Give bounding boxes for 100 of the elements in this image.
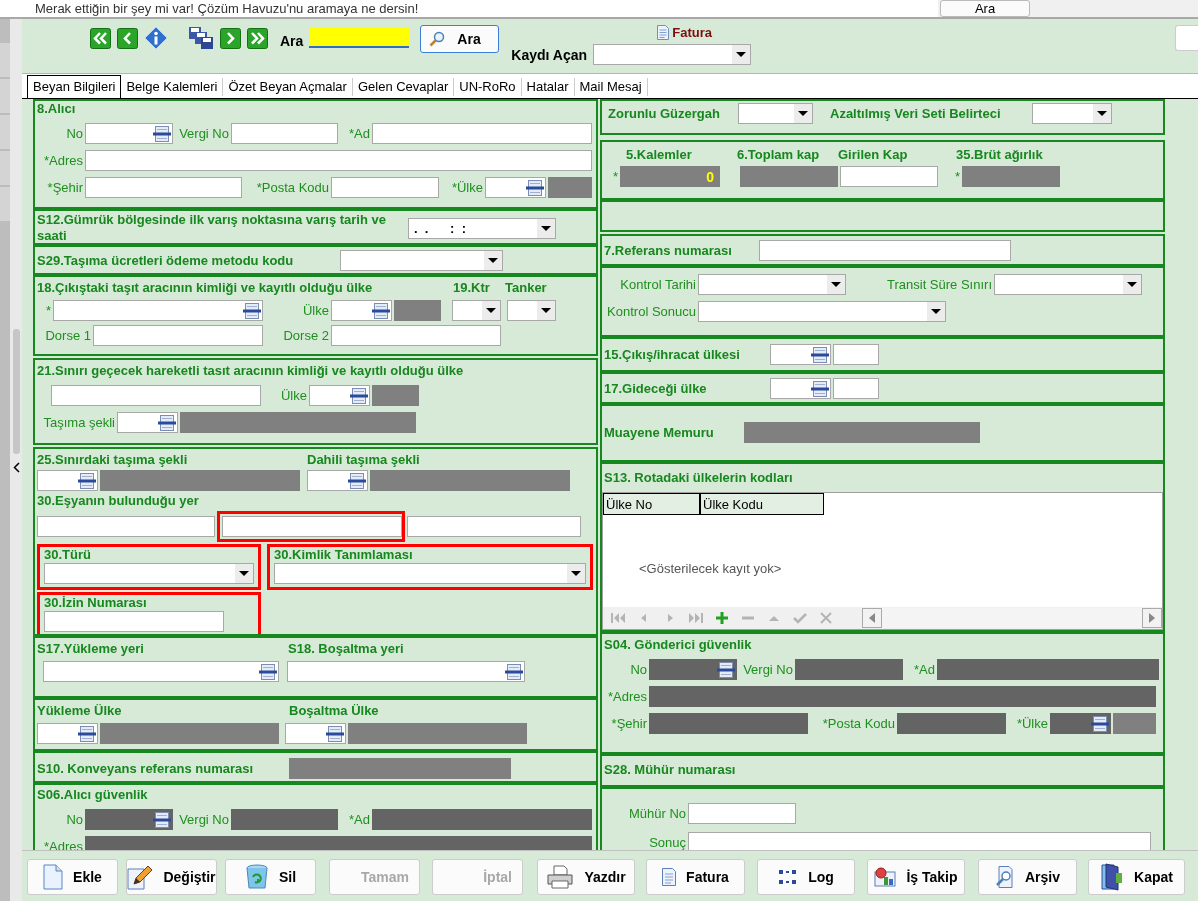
dropdown-field[interactable] (274, 563, 586, 584)
input-field[interactable] (833, 378, 879, 399)
dropdown-arrow-icon[interactable] (1127, 282, 1137, 287)
lookup-field[interactable] (37, 723, 98, 744)
invoice-link[interactable]: Fatura (657, 25, 713, 40)
action-button[interactable]: Sil (225, 859, 316, 895)
tab[interactable]: Beyan Bilgileri (27, 75, 122, 98)
input-field[interactable] (688, 832, 1151, 850)
lookup-field[interactable] (331, 300, 392, 321)
list-icon[interactable] (350, 387, 368, 404)
column-header[interactable]: Ülke No (603, 493, 700, 515)
dropdown-arrow-icon[interactable] (831, 282, 841, 287)
dropdown-arrow-icon[interactable] (931, 309, 941, 314)
scroll-left-icon[interactable] (868, 613, 876, 623)
dropdown-field[interactable] (738, 103, 813, 124)
dropdown-field[interactable]: . . : : (408, 217, 556, 239)
horizontal-scrollbar[interactable] (862, 608, 1162, 628)
list-icon[interactable] (372, 302, 390, 319)
input-field[interactable] (833, 344, 879, 365)
search-icon[interactable] (429, 31, 446, 47)
tab[interactable]: Mail Mesaj (574, 78, 648, 96)
input-field[interactable] (37, 516, 215, 537)
lookup-field[interactable] (43, 661, 279, 682)
last-record-icon[interactable] (247, 27, 268, 49)
tab[interactable]: Hatalar (521, 78, 575, 96)
list-icon[interactable] (526, 179, 544, 196)
collapse-icon[interactable] (12, 462, 20, 473)
list-icon[interactable] (259, 663, 277, 680)
input-field[interactable] (85, 150, 592, 171)
action-button[interactable]: Fatura (646, 859, 745, 895)
list-icon[interactable] (78, 472, 96, 489)
input-field[interactable] (759, 240, 1011, 261)
dropdown-arrow-icon[interactable] (736, 52, 747, 57)
dropdown-field[interactable] (994, 274, 1142, 295)
tab[interactable]: UN-RoRo (454, 78, 522, 96)
dropdown-arrow-icon[interactable] (541, 225, 551, 231)
lookup-field[interactable] (85, 123, 173, 144)
scrollbar-thumb[interactable] (12, 329, 20, 454)
grid-dots-icon[interactable] (778, 869, 799, 885)
door-icon[interactable] (1100, 863, 1125, 891)
column-header[interactable]: Ülke Kodu (700, 493, 824, 515)
input-field[interactable] (93, 325, 263, 346)
input-field[interactable] (688, 803, 796, 824)
lookup-field[interactable] (307, 470, 368, 491)
list-icon[interactable] (326, 725, 344, 742)
info-icon[interactable] (144, 26, 168, 50)
previous-icon[interactable] (117, 27, 138, 49)
dropdown-arrow-icon[interactable] (488, 258, 498, 263)
action-button[interactable]: Arşiv (978, 859, 1077, 895)
list-icon[interactable] (811, 346, 829, 363)
search-field[interactable] (309, 28, 410, 48)
chart-icon[interactable] (874, 867, 897, 887)
list-icon[interactable] (78, 725, 96, 742)
tab[interactable]: Belge Kalemleri (121, 78, 224, 96)
lookup-field[interactable] (287, 661, 525, 682)
dropdown-field[interactable] (44, 563, 254, 584)
magnifier-document-icon[interactable] (995, 866, 1015, 888)
lookup-field[interactable] (37, 470, 98, 491)
input-field[interactable] (407, 516, 581, 537)
dropdown-field[interactable] (1032, 103, 1112, 124)
dropdown-arrow-icon[interactable] (239, 571, 249, 576)
dropdown-arrow-icon[interactable] (798, 111, 808, 116)
input-field[interactable] (51, 385, 261, 406)
list-icon[interactable] (348, 472, 366, 489)
input-field[interactable] (331, 177, 439, 198)
dropdown-arrow-icon[interactable] (1097, 111, 1107, 116)
next-icon[interactable] (220, 27, 241, 49)
tab[interactable]: Gelen Cevaplar (352, 78, 455, 96)
dropdown-field[interactable] (507, 300, 556, 321)
scroll-right-icon[interactable] (1148, 613, 1156, 623)
lookup-field[interactable] (770, 344, 831, 365)
dropdown-field[interactable] (698, 301, 946, 322)
dropdown-field[interactable] (452, 300, 501, 321)
pencil-icon[interactable] (127, 864, 154, 890)
search-button[interactable]: Ara (420, 25, 500, 53)
dropdown-arrow-icon[interactable] (541, 308, 551, 313)
search-button[interactable]: Ara (940, 0, 1030, 17)
input-field[interactable] (372, 123, 592, 144)
tab[interactable]: Özet Beyan Açmalar (223, 78, 353, 96)
document-icon[interactable] (662, 868, 677, 886)
list-icon[interactable] (243, 302, 261, 319)
document-icon[interactable] (657, 25, 670, 40)
lookup-field[interactable] (309, 385, 370, 406)
list-icon[interactable] (811, 380, 829, 397)
action-button[interactable]: Yazdır (537, 859, 635, 895)
recycle-bin-icon[interactable] (244, 864, 269, 890)
input-field[interactable] (44, 611, 224, 632)
dropdown-arrow-icon[interactable] (486, 308, 496, 313)
lookup-field[interactable] (53, 300, 263, 321)
lookup-field[interactable] (285, 723, 346, 744)
list-icon[interactable] (505, 663, 523, 680)
dropdown-field[interactable] (593, 44, 752, 65)
dropdown-arrow-icon[interactable] (571, 571, 581, 576)
input-field[interactable] (840, 166, 938, 187)
input-field[interactable] (85, 177, 242, 198)
action-button[interactable]: Ekle (27, 859, 118, 895)
input-field[interactable] (331, 325, 501, 346)
list-icon[interactable] (158, 414, 176, 431)
lookup-field[interactable] (117, 412, 178, 433)
action-button[interactable]: Kapat (1088, 859, 1185, 895)
